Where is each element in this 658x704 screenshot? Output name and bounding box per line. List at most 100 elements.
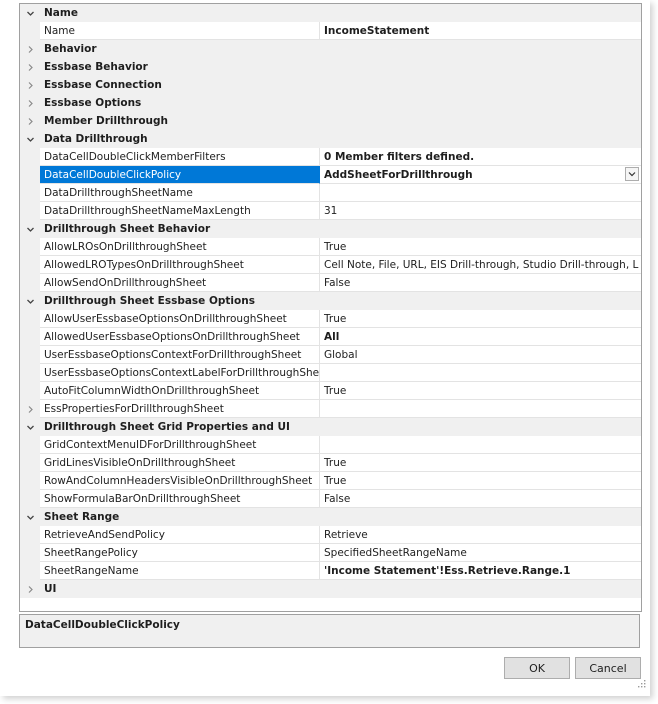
ok-button[interactable]: OK xyxy=(504,657,570,679)
property-value[interactable]: Retrieve xyxy=(320,526,641,544)
property-row-allowsendondrillthroughsheet[interactable]: AllowSendOnDrillthroughSheet False xyxy=(20,274,641,292)
property-name[interactable]: RetrieveAndSendPolicy xyxy=(40,526,320,544)
property-row-sheetrangename[interactable]: SheetRangeName 'Income Statement'!Ess.Ret… xyxy=(20,562,641,580)
property-name[interactable]: SheetRangeName xyxy=(40,562,320,580)
property-value[interactable]: True xyxy=(320,472,641,490)
chevron-down-icon[interactable] xyxy=(26,423,35,432)
property-value[interactable]: True xyxy=(320,310,641,328)
category-ui[interactable]: UI xyxy=(20,580,641,598)
category-essbase-connection[interactable]: Essbase Connection xyxy=(20,76,641,94)
property-name[interactable]: DataCellDoubleClickMemberFilters xyxy=(40,148,320,166)
chevron-right-icon[interactable] xyxy=(26,117,35,126)
property-row-esspropertiesfordrillthroughsheet[interactable]: EssPropertiesForDrillthroughSheet xyxy=(20,400,641,418)
chevron-right-icon[interactable] xyxy=(26,45,35,54)
property-name[interactable]: GridContextMenuIDForDrillthroughSheet xyxy=(40,436,320,454)
category-behavior[interactable]: Behavior xyxy=(20,40,641,58)
property-value[interactable]: SpecifiedSheetRangeName xyxy=(320,544,641,562)
category-essbase-options[interactable]: Essbase Options xyxy=(20,94,641,112)
property-value-text: SpecifiedSheetRangeName xyxy=(324,546,467,559)
property-name[interactable]: GridLinesVisibleOnDrillthroughSheet xyxy=(40,454,320,472)
property-name[interactable]: AllowSendOnDrillthroughSheet xyxy=(40,274,320,292)
property-row-retrieveandsendpolicy[interactable]: RetrieveAndSendPolicy Retrieve xyxy=(20,526,641,544)
chevron-down-icon[interactable] xyxy=(26,297,35,306)
property-row-datadrillthroughsheetnamemaxlength[interactable]: DataDrillthroughSheetNameMaxLength 31 xyxy=(20,202,641,220)
property-row-gridcontextmenuidfordrillthroughsheet[interactable]: GridContextMenuIDForDrillthroughSheet xyxy=(20,436,641,454)
property-value[interactable]: All xyxy=(320,328,641,346)
category-data-drillthrough[interactable]: Data Drillthrough xyxy=(20,130,641,148)
property-row-allowlrosondrillthroughsheet[interactable]: AllowLROsOnDrillthroughSheet True xyxy=(20,238,641,256)
property-row-allowuseressbaseoptionsondrillthroughsheet[interactable]: AllowUserEssbaseOptionsOnDrillthroughShe… xyxy=(20,310,641,328)
property-name[interactable]: AllowLROsOnDrillthroughSheet xyxy=(40,238,320,256)
property-value[interactable] xyxy=(320,436,641,454)
property-value[interactable]: 'Income Statement'!Ess.Retrieve.Range.1 xyxy=(320,562,641,580)
property-row-useressbaseoptionscontextfordrillthroughsheet[interactable]: UserEssbaseOptionsContextForDrillthrough… xyxy=(20,346,641,364)
row-gutter xyxy=(20,76,40,94)
chevron-down-icon[interactable] xyxy=(26,9,35,18)
property-value[interactable]: True xyxy=(320,454,641,472)
category-drillthrough-sheet-behavior[interactable]: Drillthrough Sheet Behavior xyxy=(20,220,641,238)
property-row-autofitcolumnwidthondrillthroughsheet[interactable]: AutoFitColumnWidthOnDrillthroughSheet Tru… xyxy=(20,382,641,400)
property-row-showformulabarondrillthroughsheet[interactable]: ShowFormulaBarOnDrillthroughSheet False xyxy=(20,490,641,508)
property-value[interactable]: IncomeStatement xyxy=(320,22,641,40)
chevron-down-icon[interactable] xyxy=(26,225,35,234)
category-sheet-range[interactable]: Sheet Range xyxy=(20,508,641,526)
property-name[interactable]: RowAndColumnHeadersVisibleOnDrillthrough… xyxy=(40,472,320,490)
resize-grip-icon[interactable] xyxy=(638,680,646,688)
chevron-right-icon[interactable] xyxy=(26,63,35,72)
category-drillthrough-sheet-essbase-options[interactable]: Drillthrough Sheet Essbase Options xyxy=(20,292,641,310)
property-name[interactable]: UserEssbaseOptionsContextForDrillthrough… xyxy=(40,346,320,364)
cancel-button[interactable]: Cancel xyxy=(575,657,641,679)
property-value[interactable]: False xyxy=(320,490,641,508)
property-name[interactable]: DataCellDoubleClickPolicy xyxy=(40,166,320,184)
property-value[interactable]: False xyxy=(320,274,641,292)
category-essbase-behavior[interactable]: Essbase Behavior xyxy=(20,58,641,76)
property-name[interactable]: AutoFitColumnWidthOnDrillthroughSheet xyxy=(40,382,320,400)
property-value-text: 'Income Statement'!Ess.Retrieve.Range.1 xyxy=(324,564,571,577)
property-name[interactable]: Name xyxy=(40,22,320,40)
property-name[interactable]: AllowUserEssbaseOptionsOnDrillthroughShe… xyxy=(40,310,320,328)
property-row-sheetrangepolicy[interactable]: SheetRangePolicy SpecifiedSheetRangeName xyxy=(20,544,641,562)
property-row-alloweduseressbaseoptionsondrillthroughsheet[interactable]: AllowedUserEssbaseOptionsOnDrillthroughS… xyxy=(20,328,641,346)
category-name[interactable]: Name xyxy=(20,4,641,22)
property-row-datacelldoubleclickmemberfilters[interactable]: DataCellDoubleClickMemberFilters 0 Member… xyxy=(20,148,641,166)
property-row-name[interactable]: Name IncomeStatement xyxy=(20,22,641,40)
property-name[interactable]: DataDrillthroughSheetNameMaxLength xyxy=(40,202,320,220)
property-value[interactable]: 0 Member filters defined. xyxy=(320,148,641,166)
category-member-drillthrough[interactable]: Member Drillthrough xyxy=(20,112,641,130)
property-value[interactable]: Cell Note, File, URL, EIS Drill-through,… xyxy=(320,256,641,274)
property-row-datacelldoubleclickpolicy[interactable]: DataCellDoubleClickPolicy AddSheetForDril… xyxy=(20,166,641,184)
property-row-datadrillthroughsheetname[interactable]: DataDrillthroughSheetName xyxy=(20,184,641,202)
chevron-down-icon[interactable] xyxy=(26,135,35,144)
property-value[interactable] xyxy=(320,364,641,382)
property-value[interactable]: True xyxy=(320,238,641,256)
category-drillthrough-sheet-grid-properties-and-ui[interactable]: Drillthrough Sheet Grid Properties and U… xyxy=(20,418,641,436)
property-name[interactable]: ShowFormulaBarOnDrillthroughSheet xyxy=(40,490,320,508)
property-row-useressbaseoptionscontextlabelfordrillthroughsheet[interactable]: UserEssbaseOptionsContextLabelForDrillth… xyxy=(20,364,641,382)
property-row-gridlinesvisibleondrillthroughsheet[interactable]: GridLinesVisibleOnDrillthroughSheet True xyxy=(20,454,641,472)
property-name[interactable]: UserEssbaseOptionsContextLabelForDrillth… xyxy=(40,364,320,382)
chevron-right-icon[interactable] xyxy=(26,81,35,90)
property-value-text: True xyxy=(324,240,347,253)
property-value[interactable] xyxy=(320,184,641,202)
property-name[interactable]: AllowedLROTypesOnDrillthroughSheet xyxy=(40,256,320,274)
property-value[interactable]: True xyxy=(320,382,641,400)
property-name[interactable]: DataDrillthroughSheetName xyxy=(40,184,320,202)
property-value[interactable] xyxy=(320,400,641,418)
property-value[interactable]: AddSheetForDrillthrough xyxy=(320,166,641,184)
property-name[interactable]: AllowedUserEssbaseOptionsOnDrillthroughS… xyxy=(40,328,320,346)
chevron-right-icon[interactable] xyxy=(26,405,35,414)
property-value[interactable]: 31 xyxy=(320,202,641,220)
property-row-rowandcolumnheadersvisibleondrillthroughsheet[interactable]: RowAndColumnHeadersVisibleOnDrillthrough… xyxy=(20,472,641,490)
property-name[interactable]: EssPropertiesForDrillthroughSheet xyxy=(40,400,320,418)
dropdown-chevron-icon[interactable] xyxy=(625,167,639,181)
category-label: Sheet Range xyxy=(40,508,641,526)
row-gutter xyxy=(20,436,40,454)
property-name[interactable]: SheetRangePolicy xyxy=(40,544,320,562)
property-value-text: IncomeStatement xyxy=(324,24,430,37)
chevron-down-icon[interactable] xyxy=(26,513,35,522)
property-row-allowedlrotypesondrillthroughsheet[interactable]: AllowedLROTypesOnDrillthroughSheet Cell N… xyxy=(20,256,641,274)
property-value[interactable]: Global xyxy=(320,346,641,364)
chevron-right-icon[interactable] xyxy=(26,585,35,594)
chevron-right-icon[interactable] xyxy=(26,99,35,108)
row-gutter xyxy=(20,472,40,490)
